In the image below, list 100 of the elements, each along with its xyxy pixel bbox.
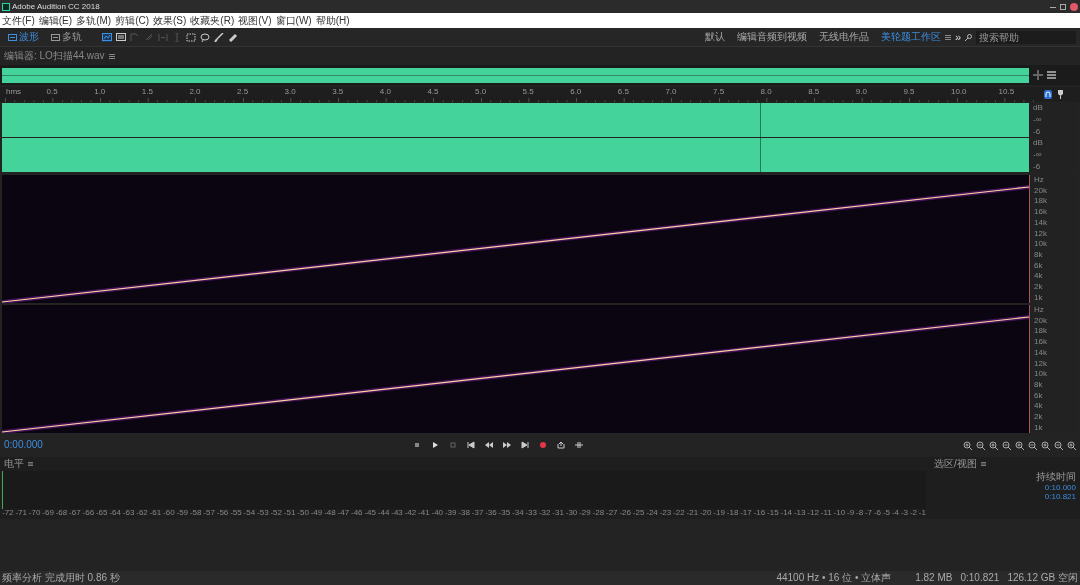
- scale-label: 6k: [1034, 391, 1044, 400]
- skip-end-icon: [521, 441, 529, 450]
- overview-waveform[interactable]: [2, 67, 1029, 83]
- pitch-icon[interactable]: [116, 32, 126, 42]
- scale-label: 20k: [1034, 186, 1048, 195]
- maximize-icon[interactable]: [1060, 3, 1066, 10]
- time-display: 0:00.000: [4, 439, 44, 451]
- meter-label: -52: [270, 509, 282, 519]
- menu-item[interactable]: 窗口(W): [275, 13, 312, 28]
- rewind-icon: [485, 441, 493, 450]
- record-icon: [539, 441, 547, 450]
- time-label: 6.0: [570, 87, 582, 97]
- meter-label: -71: [15, 509, 27, 519]
- meter-label: -64: [109, 509, 121, 519]
- menu-icon[interactable]: [944, 34, 951, 40]
- time-value[interactable]: 0:10.000: [1044, 482, 1076, 492]
- meter-label: -8: [855, 509, 864, 519]
- time-label: 3.0: [284, 87, 296, 97]
- time-label: 1.5: [141, 87, 153, 97]
- meter-label: -62: [136, 509, 148, 519]
- meter-label: -36: [485, 509, 497, 519]
- time-label: 10.0: [951, 87, 967, 97]
- zoom-icon[interactable]: [1033, 70, 1043, 80]
- time-label: 9.5: [903, 87, 915, 97]
- workspace-tab[interactable]: 默认: [704, 31, 725, 43]
- scale-label: 12k: [1034, 229, 1048, 238]
- meter-label: -39: [444, 509, 457, 519]
- scale-label: 20k: [1034, 316, 1048, 325]
- menu-item[interactable]: 收藏夹(R): [190, 13, 235, 28]
- meter-label: -31: [552, 509, 564, 519]
- status-text: 44100 Hz • 16 位 • 立体声: [776, 571, 892, 585]
- workspace-tab[interactable]: 编辑音频到视频: [736, 31, 807, 43]
- scale-label: dB: [1033, 104, 1044, 112]
- brush-icon[interactable]: [214, 32, 224, 42]
- meter-label: -43: [391, 509, 403, 519]
- bandage-icon[interactable]: [228, 32, 238, 42]
- marker-icon[interactable]: [1058, 90, 1063, 99]
- meter-label: -58: [189, 509, 202, 519]
- menu-item[interactable]: 效果(S): [153, 13, 187, 28]
- meter-label: -16: [753, 509, 766, 519]
- panel-title: 选区/视图: [934, 458, 977, 470]
- window-title: Adobe Audition CC 2018: [12, 1, 100, 12]
- multitrack-icon: [51, 33, 60, 41]
- meter-label: -63: [122, 509, 135, 519]
- time-label: 7.5: [713, 87, 725, 97]
- meter-label: -15: [767, 509, 779, 519]
- meter-label: -49: [310, 509, 323, 519]
- menu-item[interactable]: 编辑(E): [38, 13, 73, 28]
- pause-icon: [449, 441, 457, 450]
- status-text: 1.82 MB: [915, 571, 953, 585]
- time-value[interactable]: 0:10.821: [1044, 491, 1076, 501]
- meter-label: -11: [820, 509, 832, 519]
- meter-label: -54: [243, 509, 256, 519]
- meter-label: -4: [891, 509, 900, 519]
- menu-item[interactable]: 剪辑(C): [115, 13, 149, 28]
- scale-label: 8k: [1034, 251, 1044, 260]
- scale-label: 8k: [1034, 381, 1044, 390]
- meter-label: -12: [807, 509, 819, 519]
- menu-icon[interactable]: [980, 462, 986, 466]
- search-icon: [965, 33, 972, 41]
- scale-label: 18k: [1034, 327, 1048, 336]
- meter-label: -30: [565, 509, 578, 519]
- menu-item[interactable]: 帮助(H): [315, 13, 350, 28]
- view-tab[interactable]: 波形: [4, 32, 43, 42]
- scale-label: 6k: [1034, 261, 1044, 270]
- time-label: 2.5: [237, 87, 249, 97]
- time-label: 3.5: [332, 87, 344, 97]
- marquee-icon[interactable]: [186, 32, 196, 42]
- lasso-icon[interactable]: [200, 32, 210, 42]
- meter-label: -25: [632, 509, 645, 519]
- menu-item[interactable]: 文件(F): [2, 13, 35, 28]
- meter-label: -61: [149, 509, 162, 519]
- scale-label: 4k: [1034, 272, 1044, 281]
- meter-label: -34: [512, 509, 524, 519]
- menu-item[interactable]: 多轨(M): [76, 13, 112, 28]
- meter-label: -7: [864, 509, 873, 519]
- menu-icon[interactable]: [108, 53, 115, 59]
- view-tab[interactable]: 多轨: [47, 32, 86, 42]
- workspace-tab[interactable]: 美轮题工作区: [880, 31, 941, 43]
- snap-icon[interactable]: [1044, 90, 1052, 99]
- scale-label: -∞: [1033, 151, 1043, 159]
- time-label: 7.0: [665, 87, 677, 97]
- meter-label: -20: [699, 509, 712, 519]
- meter-label: -33: [525, 509, 537, 519]
- meter-label: -53: [257, 509, 269, 519]
- time-label: 9.0: [855, 87, 867, 97]
- spectrum-icon[interactable]: [102, 32, 112, 42]
- menu-icon[interactable]: [1047, 71, 1056, 79]
- panel-title: 电平: [4, 458, 24, 470]
- meter-label: -65: [95, 509, 108, 519]
- time-label: 10.5: [998, 87, 1015, 97]
- close-icon[interactable]: [1070, 2, 1078, 11]
- scale-label: 14k: [1034, 348, 1048, 357]
- time-label: 1.0: [94, 87, 106, 97]
- more-button[interactable]: »: [954, 30, 961, 44]
- column-header: 持续时间: [1036, 471, 1076, 483]
- meter-label: -41: [418, 509, 430, 519]
- search-field[interactable]: 搜索帮助: [976, 30, 1076, 44]
- menu-item[interactable]: 视图(V): [238, 13, 272, 28]
- workspace-tab[interactable]: 无线电作品: [818, 31, 869, 43]
